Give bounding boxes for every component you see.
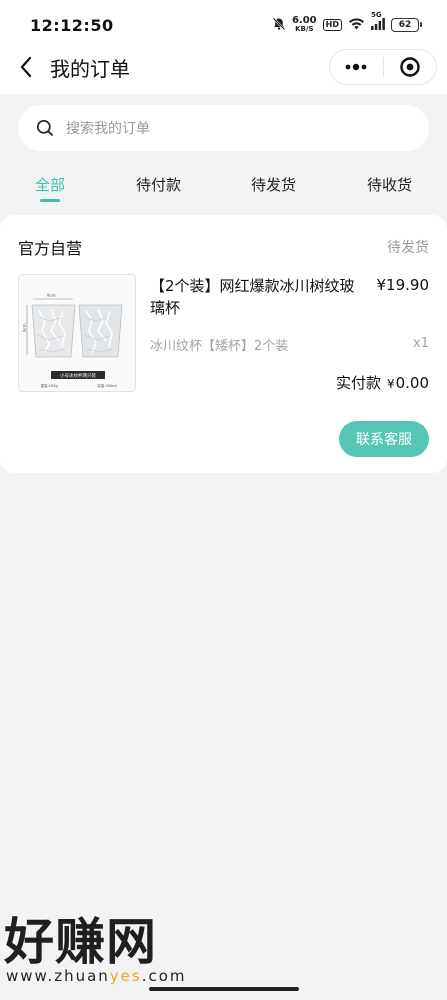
watermark: 好赚网 www.zhuanyes.com	[4, 915, 204, 985]
search-input[interactable]: 搜索我的订单	[18, 105, 429, 151]
image-dim-top: 9cm	[47, 293, 56, 298]
image-capacity: 容量:300ml	[97, 383, 116, 388]
hd-badge: HD	[322, 19, 342, 31]
order-status-badge: 待发货	[387, 240, 429, 256]
tab-all[interactable]: 全部	[35, 174, 65, 195]
network-speed-unit: KB/S	[295, 25, 314, 33]
paid-amount: ¥0.00	[387, 374, 429, 392]
image-weight: 重量:205g	[40, 383, 57, 388]
search-icon	[36, 119, 53, 136]
watermark-url: www.zhuanyes.com	[6, 967, 204, 985]
search-placeholder: 搜索我的订单	[66, 121, 150, 137]
paid-currency: ¥	[386, 377, 395, 391]
network-speed-value: 6.00	[291, 15, 317, 26]
watermark-url-highlight: yes	[109, 967, 142, 985]
status-icons: 6.00 KB/S HD 5G 62	[272, 11, 422, 34]
active-tab-indicator	[40, 199, 60, 202]
network-speed: 6.00 KB/S	[292, 16, 317, 34]
watermark-url-prefix: www.zhuan	[6, 967, 110, 985]
watermark-url-suffix: .com	[141, 967, 187, 985]
nav-bar: 我的订单	[0, 40, 447, 94]
tab-pending-payment[interactable]: 待付款	[136, 174, 181, 195]
paid-label: 实付款	[335, 374, 381, 392]
back-button[interactable]	[14, 54, 38, 80]
product-spec: 冰川纹杯【矮杯】2个装	[150, 339, 289, 354]
more-button[interactable]	[330, 50, 383, 84]
mute-bell-icon	[272, 17, 286, 34]
product-quantity: x1	[413, 336, 429, 351]
wifi-icon	[348, 17, 365, 33]
watermark-logo: 好赚网	[4, 913, 157, 971]
image-dim-side: 9cm	[22, 323, 27, 332]
paid-amount-value: 0.00	[395, 374, 429, 392]
image-caption: 小号冰纹杯两只装	[60, 372, 96, 379]
signal-label: 5G	[371, 11, 382, 19]
paid-amount-row: 实付款 ¥0.00	[336, 372, 429, 393]
close-mini-program-button[interactable]	[384, 50, 437, 84]
more-dots-icon	[345, 63, 367, 71]
home-indicator[interactable]	[149, 987, 299, 991]
chevron-left-icon	[20, 56, 32, 78]
order-card[interactable]: 官方自营 待发货 9cm 9cm 小号冰纹杯两只装 重量:205g 容量:300…	[0, 215, 447, 473]
product-price: ¥19.90	[376, 276, 430, 294]
cellular-signal: 5G	[371, 11, 385, 32]
target-circle-icon	[400, 57, 420, 77]
glass-cups-illustration: 9cm 9cm 小号冰纹杯两只装 重量:205g 容量:300ml	[19, 275, 135, 391]
tab-pending-receipt[interactable]: 待收货	[367, 174, 412, 195]
contact-service-button[interactable]: 联系客服	[339, 421, 429, 457]
shop-name: 官方自营	[18, 239, 83, 258]
product-title[interactable]: 【2个装】网红爆款冰川树纹玻璃杯	[150, 275, 365, 319]
product-image[interactable]: 9cm 9cm 小号冰纹杯两只装 重量:205g 容量:300ml	[18, 274, 136, 392]
order-status-tabs: 全部 待付款 待发货 待收货	[0, 168, 447, 208]
battery-indicator: 62	[391, 18, 422, 32]
page-title: 我的订单	[50, 57, 130, 81]
signal-bars-icon	[371, 18, 385, 30]
status-time: 12:12:50	[30, 15, 114, 35]
tab-pending-shipment[interactable]: 待发货	[251, 174, 296, 195]
mini-program-capsule	[329, 49, 437, 85]
